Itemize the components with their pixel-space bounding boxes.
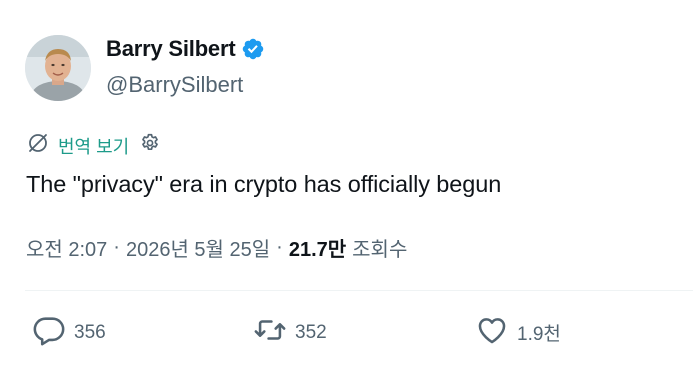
retweet-button[interactable]: 352 xyxy=(253,313,327,352)
reply-button[interactable]: 356 xyxy=(32,313,106,352)
show-translation-link[interactable]: 번역 보기 xyxy=(58,133,129,159)
translate-row: 번역 보기 xyxy=(26,131,161,160)
like-button[interactable]: 1.9천 xyxy=(475,313,561,352)
gear-icon[interactable] xyxy=(137,132,161,159)
tweet-text: The "privacy" era in crypto has official… xyxy=(26,171,502,197)
tweet-time[interactable]: 오전 2:07 xyxy=(26,233,107,262)
retweet-icon xyxy=(253,313,287,352)
avatar[interactable] xyxy=(25,35,91,101)
action-bar: 356 352 1.9천 xyxy=(0,313,693,353)
verified-badge-icon[interactable] xyxy=(241,37,265,61)
views-count: 21.7만 xyxy=(288,239,347,261)
author-name-row: Barry Silbert xyxy=(106,36,265,62)
retweet-count: 352 xyxy=(295,321,327,343)
translate-icon xyxy=(26,131,50,160)
like-count: 1.9천 xyxy=(517,324,561,345)
views-label: 조회수 xyxy=(352,239,408,261)
author-display-name[interactable]: Barry Silbert xyxy=(106,36,236,62)
reply-icon xyxy=(32,313,66,352)
tweet-meta: 오전 2:07 · 2026년 5월 25일 · 21.7만 조회수 xyxy=(26,233,407,262)
meta-separator: · xyxy=(113,236,120,258)
author-handle[interactable]: @BarrySilbert xyxy=(106,72,243,98)
meta-separator: · xyxy=(276,236,283,258)
heart-icon xyxy=(475,313,509,352)
reply-count: 356 xyxy=(74,321,106,343)
avatar-image xyxy=(25,35,91,101)
divider xyxy=(25,290,693,291)
tweet-date[interactable]: 2026년 5월 25일 xyxy=(126,233,270,262)
